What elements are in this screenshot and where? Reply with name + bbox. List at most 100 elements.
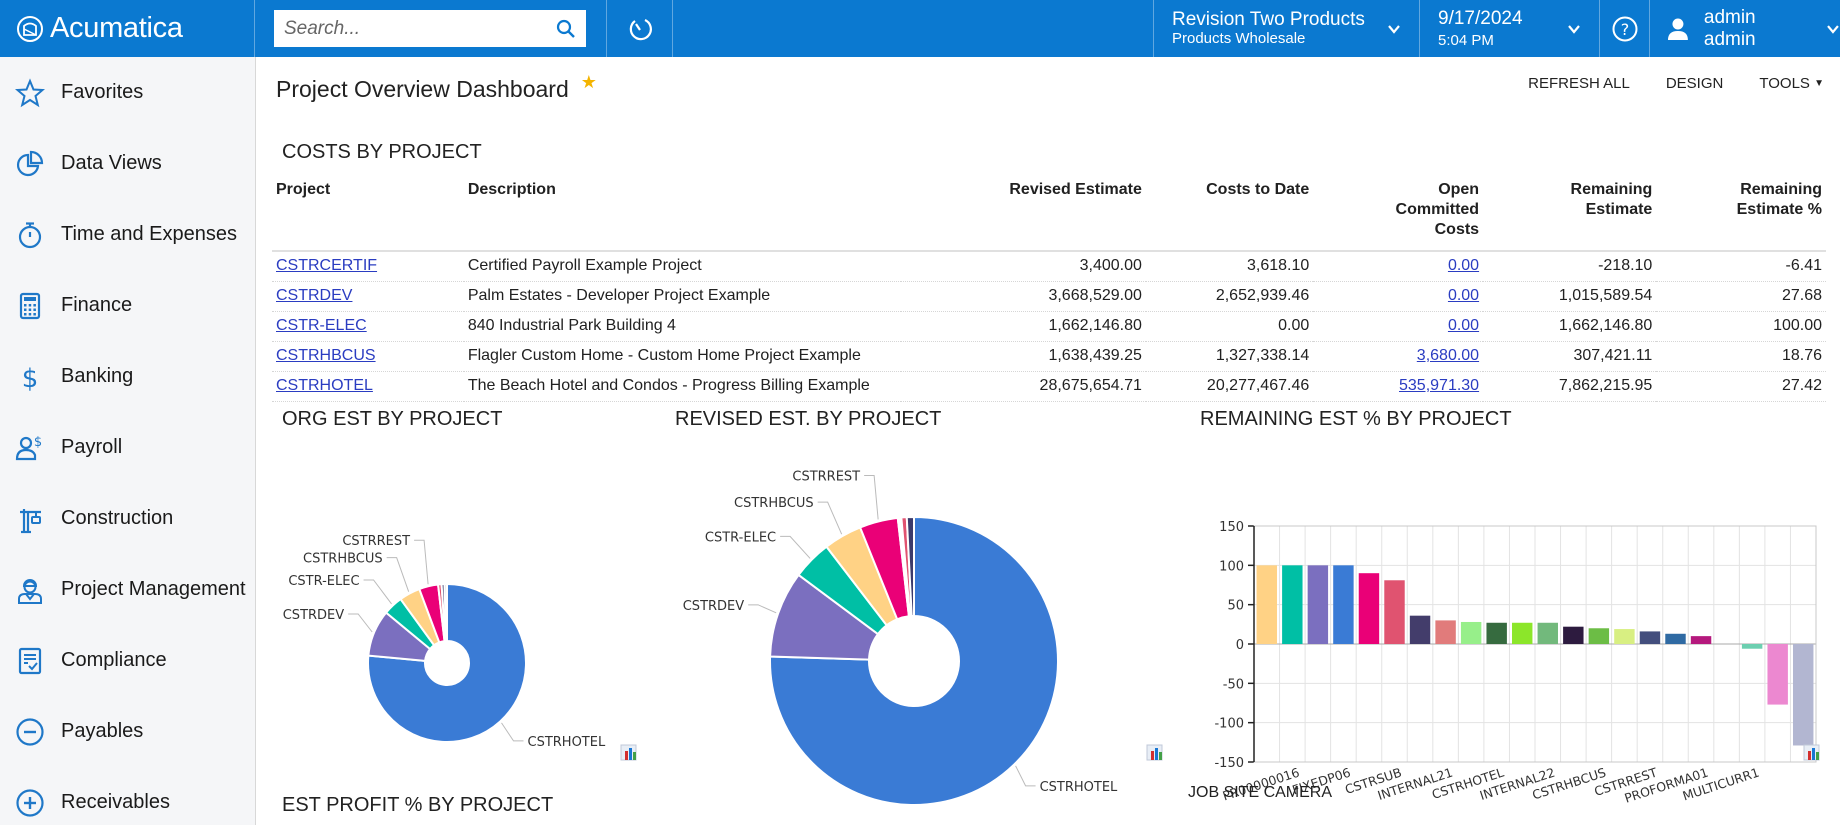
bar[interactable]	[1410, 616, 1430, 644]
open-committed-link[interactable]: 0.00	[1448, 257, 1479, 274]
pie-label: CSTR-ELEC	[288, 574, 359, 589]
y-tick-label: 150	[1219, 520, 1244, 535]
revised-estimate-cell: 28,675,654.71	[901, 371, 1146, 401]
pie-leader-line	[1016, 766, 1036, 786]
user-menu[interactable]: admin admin	[1650, 0, 1840, 57]
bar[interactable]	[1461, 622, 1481, 644]
sidebar-item-finance[interactable]: Finance	[0, 270, 255, 341]
sidebar-item-payables[interactable]: Payables	[0, 696, 255, 767]
bar[interactable]	[1512, 623, 1532, 644]
checklist-icon	[15, 646, 45, 676]
bar[interactable]	[1691, 636, 1711, 644]
pie-leader-line	[502, 723, 524, 741]
design-button[interactable]: DESIGN	[1666, 75, 1724, 92]
refresh-all-button[interactable]: REFRESH ALL	[1528, 75, 1630, 92]
bar[interactable]	[1563, 627, 1583, 644]
col-costs-to-date[interactable]: Costs to Date	[1146, 180, 1313, 251]
search-icon[interactable]	[556, 19, 576, 39]
project-link[interactable]: CSTRDEV	[276, 287, 352, 304]
bar[interactable]	[1640, 631, 1660, 644]
project-link[interactable]: CSTRHOTEL	[276, 377, 373, 394]
chart-type-icon[interactable]	[1146, 743, 1164, 761]
chevron-down-icon	[1826, 22, 1840, 36]
bar[interactable]	[1538, 623, 1558, 644]
est-profit-chart-title: EST PROFIT % BY PROJECT	[282, 794, 553, 817]
open-committed-link[interactable]: 3,680.00	[1417, 347, 1479, 364]
business-date-selector[interactable]: 9/17/2024 5:04 PM	[1420, 0, 1600, 57]
company-selector[interactable]: Revision Two Products Products Wholesale	[1154, 0, 1420, 57]
remaining-estimate-cell: 7,862,215.95	[1483, 371, 1656, 401]
col-description[interactable]: Description	[464, 180, 901, 251]
col-revised-estimate[interactable]: Revised Estimate	[901, 180, 1146, 251]
recent-history-button[interactable]	[607, 0, 673, 57]
open-committed-link[interactable]: 535,971.30	[1399, 377, 1479, 394]
stopwatch-icon	[15, 220, 45, 250]
bar[interactable]	[1742, 644, 1762, 649]
help-button[interactable]: ?	[1600, 0, 1650, 57]
chart-type-icon[interactable]	[620, 743, 638, 761]
bar[interactable]	[1359, 573, 1379, 644]
sidebar-item-data-views[interactable]: Data Views	[0, 128, 255, 199]
bar[interactable]	[1282, 565, 1302, 644]
sidebar-item-banking[interactable]: $ Banking	[0, 341, 255, 412]
tools-menu-button[interactable]: TOOLS ▼	[1759, 75, 1824, 92]
page-actions: REFRESH ALL DESIGN TOOLS ▼	[1528, 75, 1824, 92]
bar[interactable]	[1767, 644, 1787, 705]
project-link[interactable]: CSTR-ELEC	[276, 317, 367, 334]
dollar-icon: $	[15, 362, 45, 392]
bar[interactable]	[1333, 565, 1353, 644]
open-committed-cell: 0.00	[1313, 251, 1483, 281]
col-project[interactable]: Project	[272, 180, 464, 251]
bar[interactable]	[1308, 565, 1328, 644]
bar[interactable]	[1486, 623, 1506, 644]
sidebar-item-receivables[interactable]: Receivables	[0, 767, 255, 838]
bar[interactable]	[1614, 629, 1634, 644]
page-title: Project Overview Dashboard ★	[276, 76, 597, 103]
remaining-estimate-pct-cell: 18.76	[1656, 341, 1826, 371]
bar[interactable]	[1257, 565, 1277, 644]
remaining-estimate-pct-cell: -6.41	[1656, 251, 1826, 281]
col-remaining-estimate-pct[interactable]: Remaining Estimate %	[1656, 180, 1826, 251]
sidebar-item-compliance[interactable]: Compliance	[0, 625, 255, 696]
company-branch: Products Wholesale	[1172, 30, 1365, 48]
favorite-star-icon[interactable]: ★	[581, 72, 597, 93]
logo[interactable]: Acumatica	[0, 0, 255, 57]
top-bar: Acumatica Revision Two Products Products…	[0, 0, 1840, 57]
project-cell: CSTRCERTIF	[272, 251, 464, 281]
sidebar-item-construction[interactable]: Construction	[0, 483, 255, 554]
open-committed-link[interactable]: 0.00	[1448, 317, 1479, 334]
sidebar: Favorites Data Views Time and Expenses F…	[0, 57, 256, 825]
pie-label: CSTRREST	[792, 469, 860, 484]
y-tick-label: -100	[1214, 717, 1244, 732]
costs-to-date-cell: 3,618.10	[1146, 251, 1313, 281]
col-open-committed[interactable]: Open Committed Costs	[1313, 180, 1483, 251]
chart-type-icon[interactable]	[1803, 743, 1821, 761]
pie-label: CSTR-ELEC	[705, 530, 776, 545]
col-remaining-estimate[interactable]: Remaining Estimate	[1483, 180, 1656, 251]
costs-to-date-cell: 2,652,939.46	[1146, 281, 1313, 311]
bar[interactable]	[1589, 628, 1609, 644]
costs-to-date-cell: 1,327,338.14	[1146, 341, 1313, 371]
sidebar-item-time-and-expenses[interactable]: Time and Expenses	[0, 199, 255, 270]
bar[interactable]	[1435, 620, 1455, 644]
business-time: 5:04 PM	[1438, 31, 1523, 51]
description-cell: Flagler Custom Home - Custom Home Projec…	[464, 341, 901, 371]
star-icon	[15, 78, 45, 108]
revised-est-pie-chart: CSTRHOTELCSTRDEVCSTR-ELECCSTRHBCUSCSTRRE…	[657, 437, 1177, 817]
sidebar-item-payroll[interactable]: $ Payroll	[0, 412, 255, 483]
remaining-estimate-pct-cell: 27.42	[1656, 371, 1826, 401]
open-committed-link[interactable]: 0.00	[1448, 287, 1479, 304]
bar[interactable]	[1793, 644, 1813, 745]
open-committed-cell: 3,680.00	[1313, 341, 1483, 371]
project-link[interactable]: CSTRHBCUS	[276, 347, 376, 364]
remaining-estimate-cell: 307,421.11	[1483, 341, 1656, 371]
pie-leader-line	[348, 614, 372, 632]
search-input[interactable]	[284, 18, 556, 40]
org-est-chart-title: ORG EST BY PROJECT	[282, 408, 502, 431]
description-cell: Certified Payroll Example Project	[464, 251, 901, 281]
project-link[interactable]: CSTRCERTIF	[276, 257, 377, 274]
sidebar-item-favorites[interactable]: Favorites	[0, 57, 255, 128]
bar[interactable]	[1384, 580, 1404, 644]
bar[interactable]	[1665, 634, 1685, 644]
sidebar-item-project-management[interactable]: Project Management	[0, 554, 255, 625]
